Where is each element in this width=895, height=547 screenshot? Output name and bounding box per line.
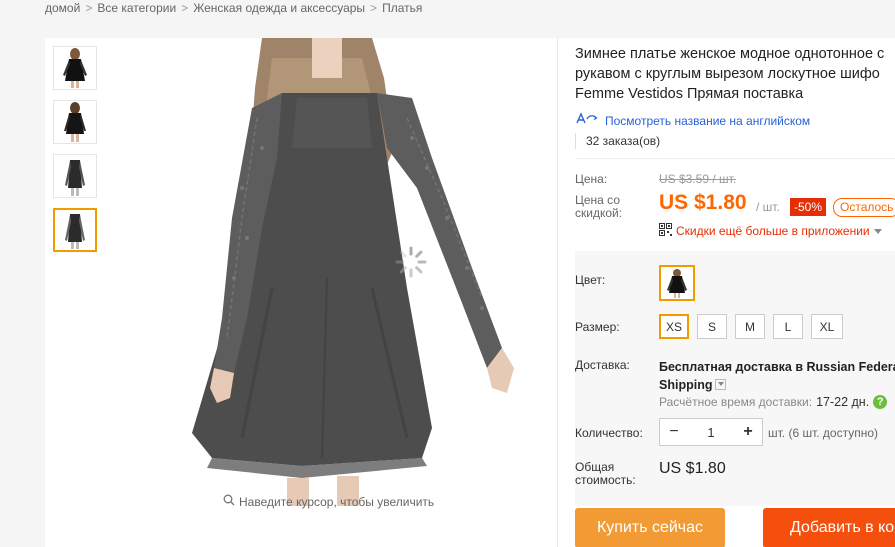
quantity-input[interactable]: 1	[688, 425, 734, 440]
size-option-xl[interactable]: XL	[811, 314, 843, 339]
chevron-down-icon	[873, 224, 882, 238]
qr-code-icon	[659, 223, 672, 239]
shipping-destination: Бесплатная доставка в Russian Federat	[659, 360, 895, 374]
zoom-hint-text: Наведите курсор, чтобы увеличить	[239, 494, 435, 509]
sale-price: US $1.80	[659, 191, 747, 214]
size-option-xs[interactable]: XS	[659, 314, 689, 339]
thumbnail-4-selected[interactable]	[53, 208, 97, 252]
color-label: Цвет:	[575, 273, 606, 287]
breadcrumb-separator: >	[370, 1, 378, 15]
price-label: Цена:	[575, 172, 608, 186]
breadcrumb-womens-clothing[interactable]: Женская одежда и аксессуары	[193, 1, 365, 15]
shipping-info: Бесплатная доставка в Russian Federat Sh…	[659, 358, 895, 394]
breadcrumb: домой > Все категории > Женская одежда и акс…	[45, 0, 422, 16]
shipping-label: Доставка:	[575, 358, 630, 372]
product-panel: Наведите курсор, чтобы увеличить Зимнее …	[45, 38, 895, 547]
translate-icon	[575, 112, 599, 129]
thumbnail-2[interactable]	[53, 100, 97, 144]
product-info: Зимнее платье женское модное однотонное …	[575, 38, 895, 547]
main-product-image[interactable]	[122, 38, 556, 506]
magnifier-icon	[223, 494, 235, 509]
breadcrumb-separator: >	[181, 1, 189, 15]
thumbnail-1[interactable]	[53, 46, 97, 90]
divider	[557, 38, 558, 547]
original-price: US $3.59 / шт.	[659, 172, 737, 186]
quantity-increase-button[interactable]: +	[734, 419, 762, 445]
shipping-method: Shipping	[659, 378, 713, 392]
thumbnail-3[interactable]	[53, 154, 97, 198]
delivery-estimate-label: Расчётное время доставки:	[659, 395, 813, 409]
per-unit: / шт.	[756, 200, 780, 214]
size-options: XS S M L XL	[659, 314, 843, 339]
product-title-line-1: Зимнее платье женское модное однотонное …	[575, 46, 885, 62]
total-label-line-2: стоимость:	[575, 473, 636, 487]
stock-left-badge: Осталось	[833, 198, 895, 217]
size-option-l[interactable]: L	[773, 314, 803, 339]
size-label: Размер:	[575, 320, 620, 334]
discount-price-label-line-2: скидкой:	[575, 206, 623, 220]
product-title-line-3: Femme Vestidos Прямая поставка	[575, 86, 804, 102]
shipping-method-select[interactable]: Shipping	[659, 376, 895, 394]
orders-count: 32 заказа(ов)	[575, 133, 660, 149]
help-icon[interactable]: ?	[873, 395, 888, 409]
app-discount-text: Скидки ещё больше в приложении	[676, 224, 870, 238]
buy-now-button[interactable]: Купить сейчас	[575, 508, 725, 547]
delivery-estimate: Расчётное время доставки: 17-22 дн. ?	[659, 395, 888, 409]
total-label: Общая стоимость:	[575, 461, 636, 487]
breadcrumb-separator: >	[85, 1, 93, 15]
dropdown-icon	[715, 379, 727, 390]
color-swatch-black[interactable]	[659, 265, 695, 301]
breadcrumb-all-categories[interactable]: Все категории	[97, 1, 176, 15]
quantity-stepper: − 1 +	[659, 418, 763, 446]
discount-badge: -50%	[790, 198, 827, 216]
loading-spinner-icon	[394, 245, 428, 279]
quantity-decrease-button[interactable]: −	[660, 419, 688, 445]
app-discount-link[interactable]: Скидки ещё больше в приложении	[659, 223, 882, 239]
divider	[575, 158, 895, 159]
quantity-availability: шт. (6 шт. доступно)	[768, 426, 879, 440]
translate-link[interactable]: Посмотреть название на английском	[575, 112, 810, 129]
product-title: Зимнее платье женское модное однотонное …	[575, 44, 895, 104]
quantity-label: Количество:	[575, 426, 643, 440]
breadcrumb-home[interactable]: домой	[45, 1, 80, 15]
product-title-line-2: рукавом с круглым вырезом лоскутное шифо	[575, 66, 880, 82]
total-price: US $1.80	[659, 460, 726, 477]
zoom-hint: Наведите курсор, чтобы увеличить	[223, 494, 434, 509]
delivery-estimate-value: 17-22 дн.	[816, 395, 870, 409]
size-option-s[interactable]: S	[697, 314, 727, 339]
size-option-m[interactable]: M	[735, 314, 765, 339]
thumbnail-list	[53, 46, 99, 262]
breadcrumb-dresses[interactable]: Платья	[382, 1, 422, 15]
add-to-cart-button[interactable]: Добавить в ко	[763, 508, 895, 547]
translate-link-text: Посмотреть название на английском	[605, 113, 811, 128]
discount-price-label: Цена со скидкой:	[575, 194, 622, 220]
